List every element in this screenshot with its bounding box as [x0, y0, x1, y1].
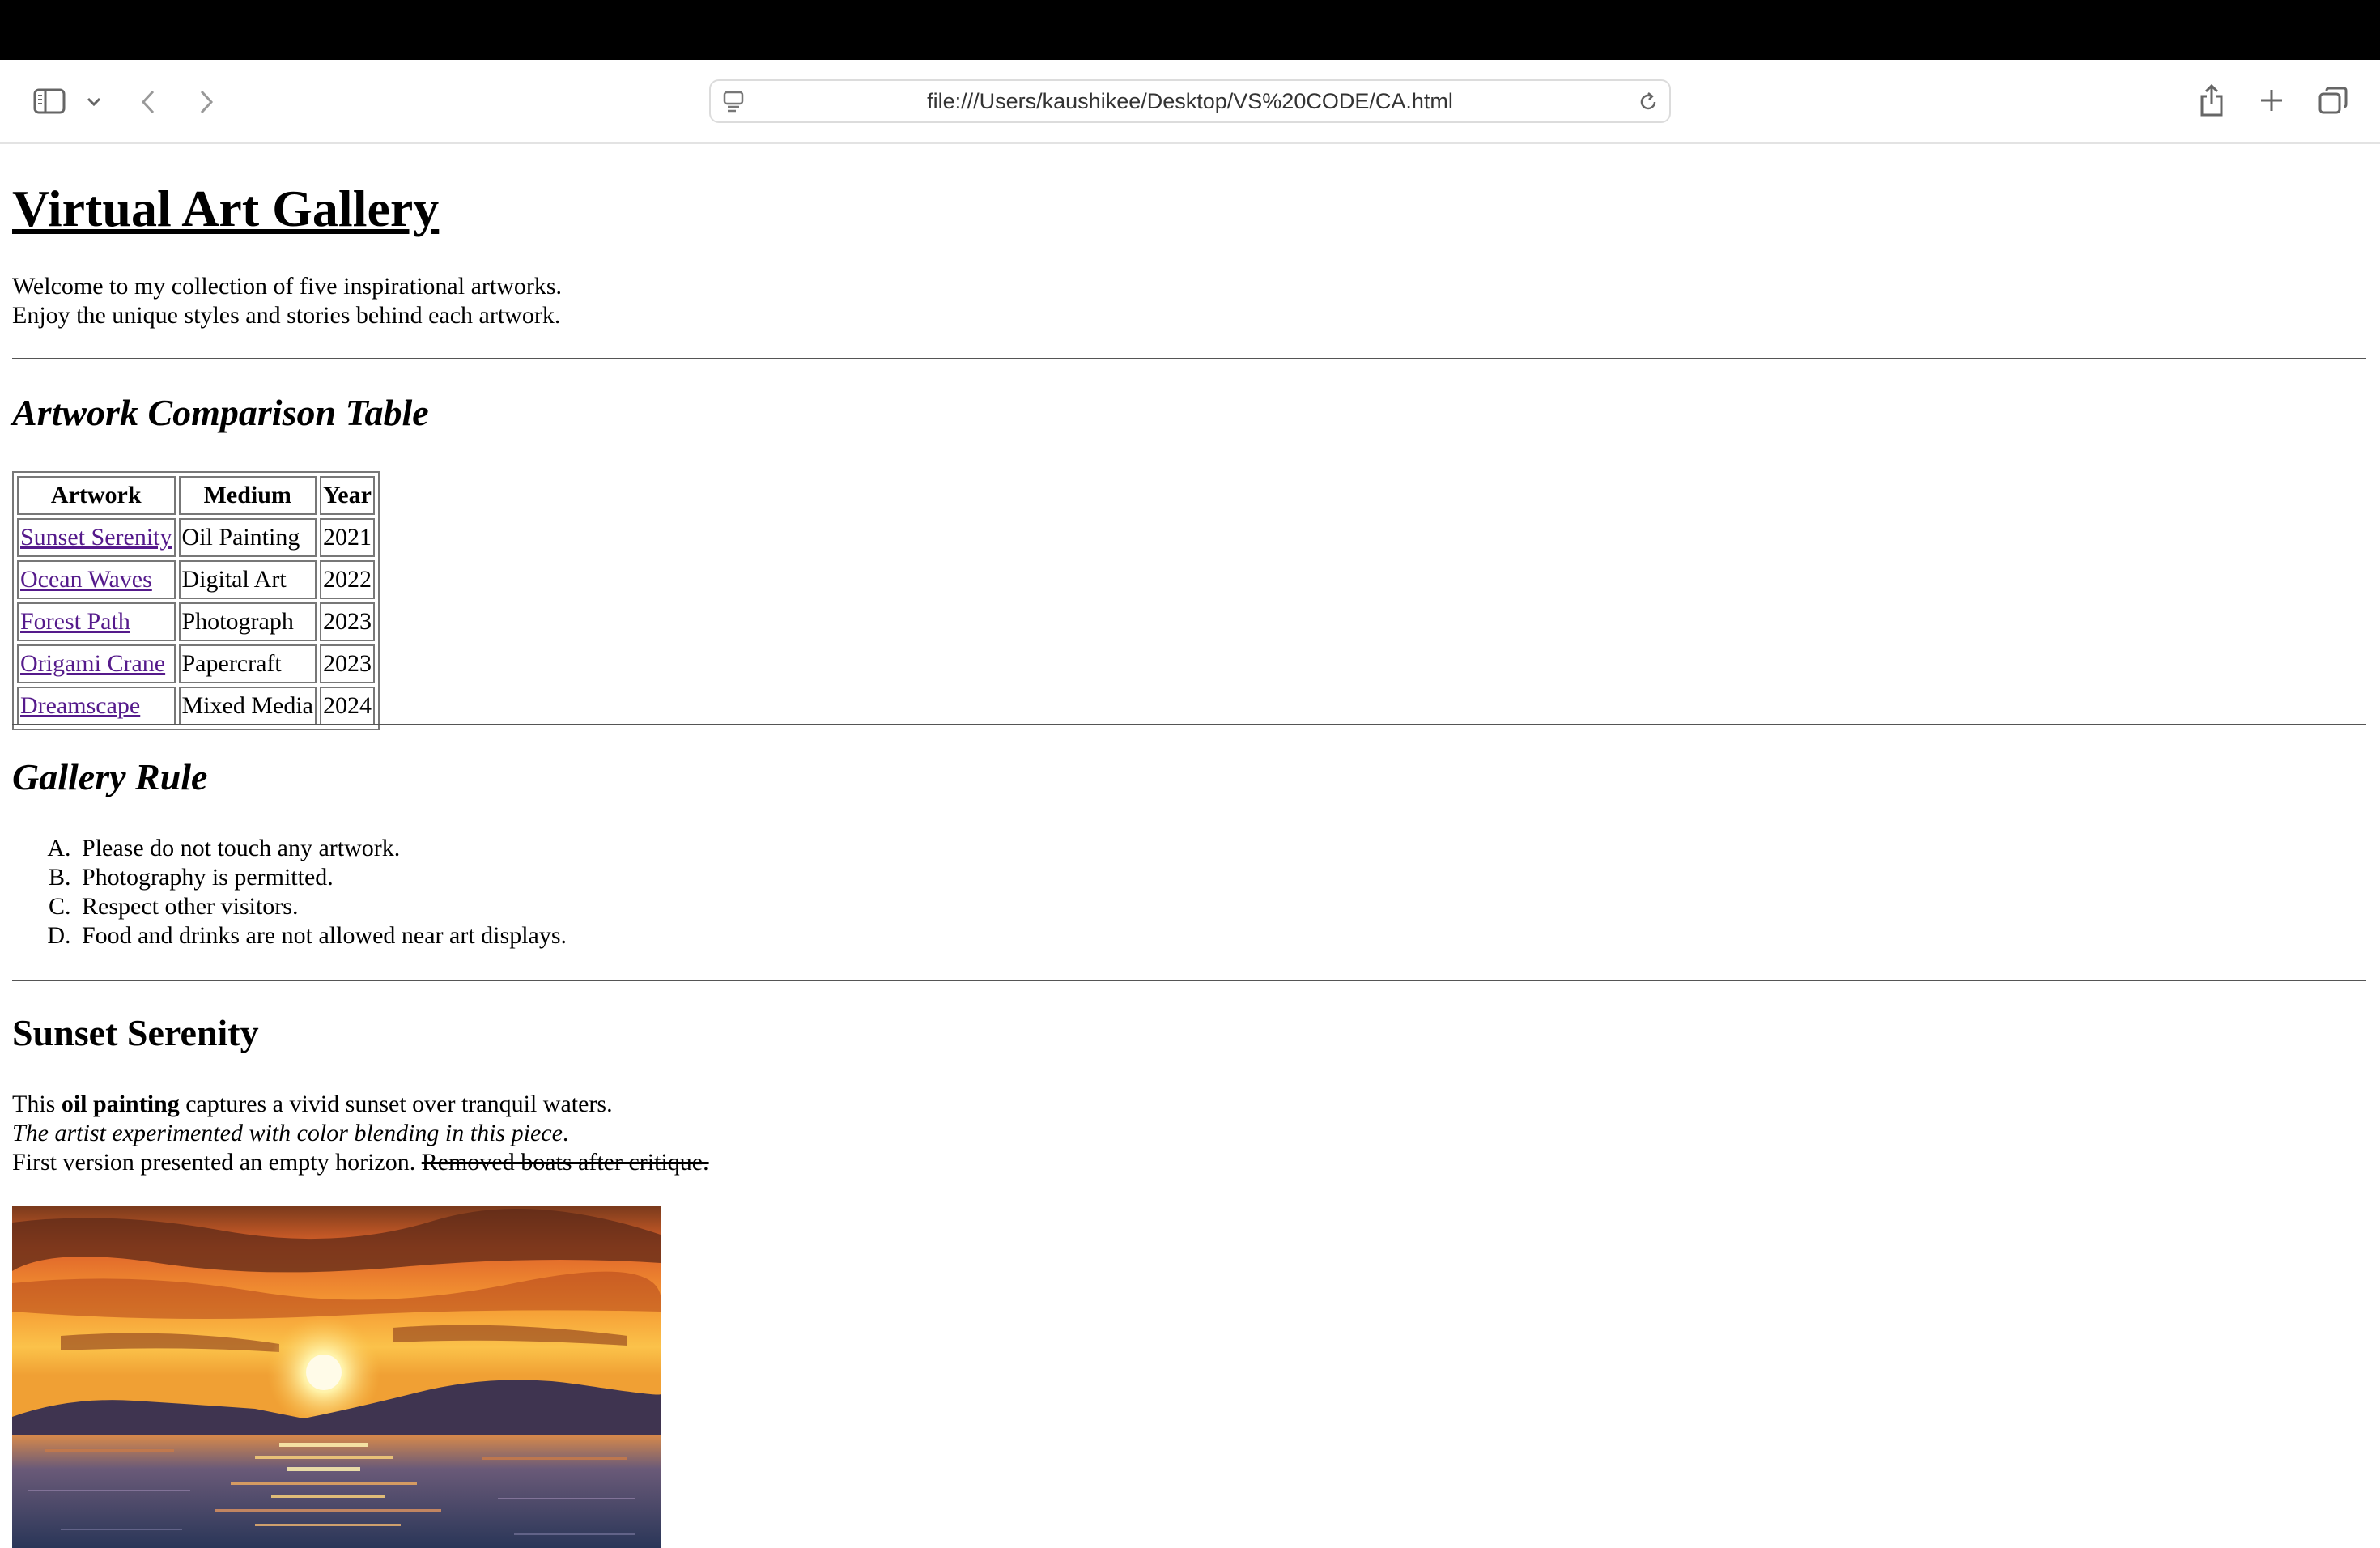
section-description: This oil painting captures a vivid sunse… [12, 1090, 709, 1177]
artwork-link-ocean-waves[interactable]: Ocean Waves [20, 566, 152, 593]
forward-icon[interactable] [194, 86, 219, 118]
list-item: Photography is permitted. [77, 863, 567, 892]
section-heading: Sunset Serenity [12, 1012, 259, 1053]
medium-cell: Photograph [178, 602, 317, 641]
desc-strikethrough: Removed boats after critique. [421, 1149, 709, 1176]
tab-overview-icon[interactable] [2317, 84, 2349, 117]
table-row: Ocean Waves Digital Art 2022 [17, 560, 375, 599]
column-header-year: Year [319, 476, 375, 515]
reload-icon[interactable] [1635, 89, 1661, 115]
new-tab-icon[interactable] [2255, 84, 2288, 117]
artwork-link-origami-crane[interactable]: Origami Crane [20, 650, 165, 677]
medium-cell: Digital Art [178, 560, 317, 599]
year-cell: 2021 [319, 518, 375, 557]
artwork-link-forest-path[interactable]: Forest Path [20, 608, 130, 635]
list-item: Respect other visitors. [77, 892, 567, 921]
artwork-cell: Sunset Serenity [17, 518, 176, 557]
table-row: Origami Crane Papercraft 2023 [17, 644, 375, 683]
artwork-cell: Ocean Waves [17, 560, 176, 599]
medium-cell: Papercraft [178, 644, 317, 683]
web-page: Virtual Art Gallery Welcome to my collec… [0, 144, 2380, 1548]
medium-cell: Mixed Media [178, 687, 317, 725]
list-item: Food and drinks are not allowed near art… [77, 921, 567, 950]
divider [12, 358, 2366, 359]
table-heading: Artwork Comparison Table [12, 392, 429, 433]
desc-text: . [562, 1120, 569, 1146]
year-cell: 2022 [319, 560, 375, 599]
year-cell: 2024 [319, 687, 375, 725]
desc-text: This [12, 1091, 62, 1117]
desc-text: captures a vivid sunset over tranquil wa… [179, 1091, 613, 1117]
desc-italic: The artist experimented with color blend… [12, 1120, 563, 1146]
artwork-table: Artwork Medium Year Sunset Serenity Oil … [12, 471, 380, 730]
column-header-artwork: Artwork [17, 476, 176, 515]
sunset-painting-image [12, 1206, 661, 1548]
gallery-rules-list: Please do not touch any artwork. Photogr… [12, 834, 567, 950]
sidebar-toggle-icon[interactable] [31, 86, 68, 117]
intro-line-1: Welcome to my collection of five inspira… [12, 273, 563, 300]
page-title: Virtual Art Gallery [12, 180, 440, 237]
artwork-cell: Forest Path [17, 602, 176, 641]
artwork-cell: Origami Crane [17, 644, 176, 683]
artwork-link-sunset-serenity[interactable]: Sunset Serenity [20, 524, 172, 551]
divider [12, 980, 2366, 981]
year-cell: 2023 [319, 602, 375, 641]
column-header-medium: Medium [178, 476, 317, 515]
artwork-cell: Dreamscape [17, 687, 176, 725]
url-text[interactable]: file:///Users/kaushikee/Desktop/VS%20COD… [711, 81, 1669, 121]
browser-toolbar: file:///Users/kaushikee/Desktop/VS%20COD… [0, 60, 2380, 144]
table-row: Dreamscape Mixed Media 2024 [17, 687, 375, 725]
rules-heading: Gallery Rule [12, 756, 208, 797]
year-cell: 2023 [319, 644, 375, 683]
desc-bold: oil painting [61, 1091, 180, 1117]
table-row: Sunset Serenity Oil Painting 2021 [17, 518, 375, 557]
address-bar[interactable]: file:///Users/kaushikee/Desktop/VS%20COD… [709, 79, 1671, 123]
table-header-row: Artwork Medium Year [17, 476, 375, 515]
artwork-link-dreamscape[interactable]: Dreamscape [20, 692, 140, 719]
menu-bar [0, 0, 2380, 60]
intro-line-2: Enjoy the unique styles and stories behi… [12, 302, 561, 329]
back-icon[interactable] [136, 86, 160, 118]
table-row: Forest Path Photograph 2023 [17, 602, 375, 641]
chevron-down-icon[interactable] [84, 92, 104, 112]
divider [12, 724, 2366, 725]
medium-cell: Oil Painting [178, 518, 317, 557]
desc-text: First version presented an empty horizon… [12, 1149, 422, 1176]
intro-text: Welcome to my collection of five inspira… [12, 272, 562, 330]
share-icon[interactable] [2195, 81, 2228, 120]
list-item: Please do not touch any artwork. [77, 834, 567, 863]
